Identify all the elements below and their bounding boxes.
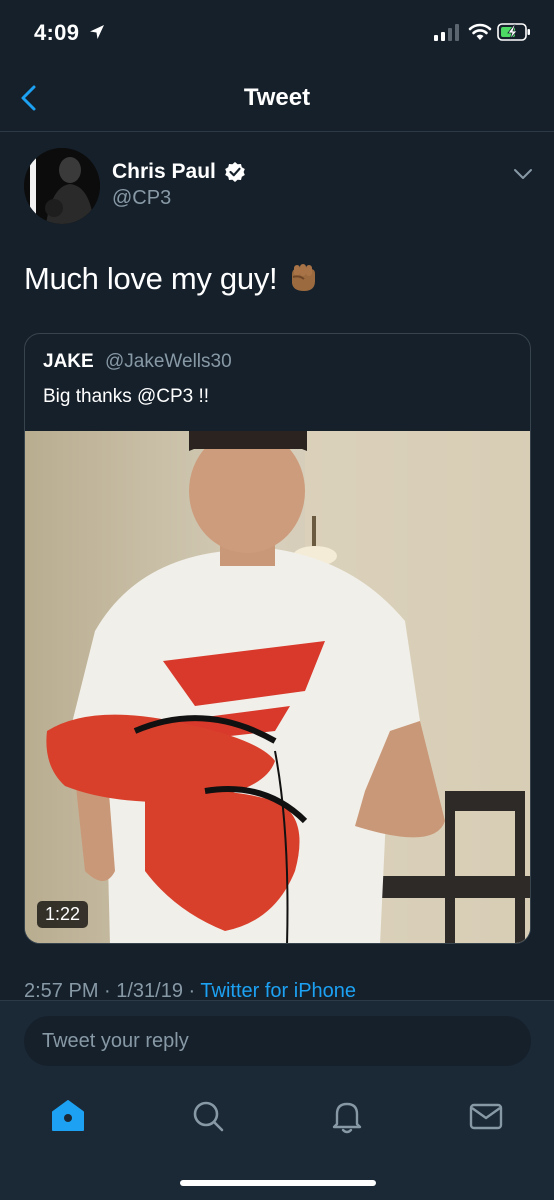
verified-badge-icon	[225, 162, 245, 182]
quoted-tweet-card[interactable]: JAKE @JakeWells30 Big thanks @CP3 !! 1:2…	[24, 333, 531, 944]
avatar[interactable]	[24, 148, 100, 224]
location-arrow-icon	[90, 25, 104, 39]
nav-divider	[0, 131, 554, 132]
messages-envelope-icon[interactable]	[466, 1096, 506, 1136]
page-title: Tweet	[243, 84, 311, 111]
author-name[interactable]: Chris Paul	[112, 160, 216, 184]
wifi-icon	[468, 23, 492, 40]
author-handle[interactable]: @CP3	[112, 187, 171, 210]
avatar-image	[24, 148, 100, 224]
video-duration: 1:22	[37, 901, 89, 928]
video-player[interactable]: 1:22	[25, 428, 530, 943]
tweet-source-link[interactable]: Twitter for iPhone	[200, 980, 356, 1002]
tweet-text-content: Much love my guy!	[24, 261, 278, 296]
notifications-bell-icon[interactable]	[327, 1096, 367, 1136]
raised-fist-emoji-icon	[292, 264, 316, 291]
tweet-text: Much love my guy!	[24, 260, 317, 298]
quoted-author-name: JAKE	[43, 351, 94, 372]
reply-input[interactable]	[24, 1016, 531, 1066]
search-icon[interactable]	[188, 1096, 228, 1136]
quoted-tweet-text: Big thanks @CP3 !!	[43, 386, 210, 407]
chevron-down-icon[interactable]	[512, 167, 534, 181]
quoted-author-handle: @JakeWells30	[105, 351, 232, 372]
video-thumbnail	[25, 428, 530, 943]
status-time: 4:09	[34, 20, 80, 45]
home-indicator	[180, 1180, 376, 1186]
signal-icon	[434, 24, 459, 41]
home-icon[interactable]	[48, 1096, 88, 1136]
battery-charging-icon	[497, 23, 530, 41]
tweet-timestamp: 2:57 PM · 1/31/19 ·	[24, 980, 201, 1002]
